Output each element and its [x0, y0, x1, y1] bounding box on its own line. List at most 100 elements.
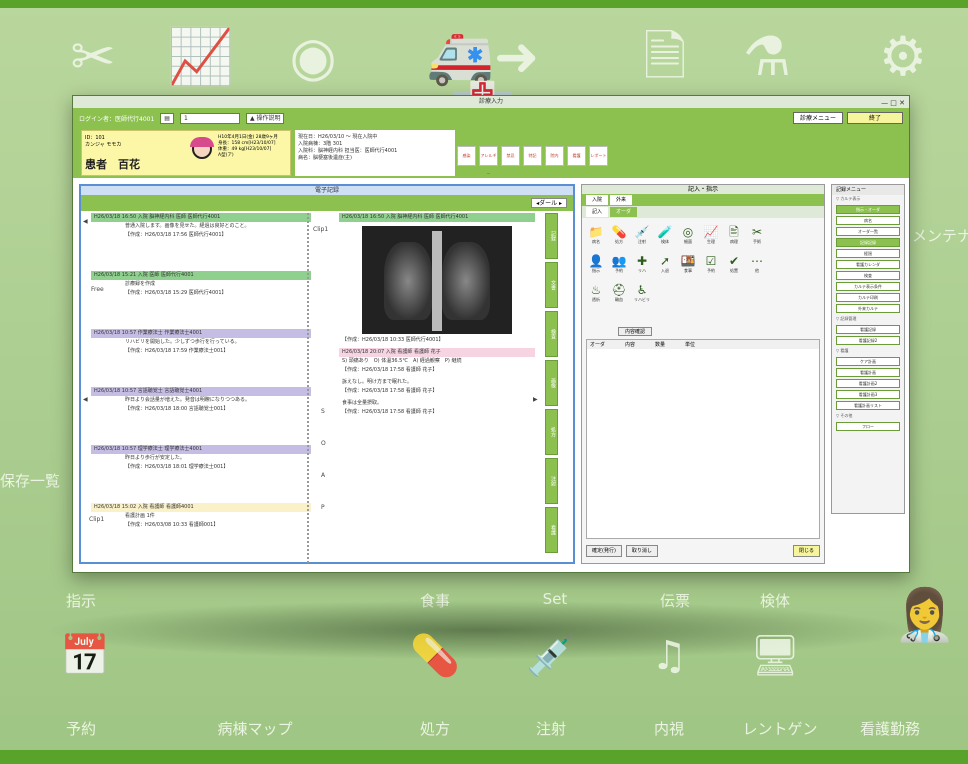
alert-button-3[interactable]: 特記	[523, 146, 542, 166]
record-entry[interactable]: H26/03/18 20:07 入院 看護師 看護師 花子 S) 頭痛あり O) …	[339, 348, 535, 375]
record-entry[interactable]: H26/03/18 16:50 入院 脳神経内科 医師 医師代行4001 普通入院…	[91, 213, 311, 268]
soap-label-o: O	[321, 440, 326, 447]
record-entry[interactable]: H26/03/18 10:57 言語聴覚士 言語聴覚士4001 昨日より会話量が増…	[91, 387, 311, 442]
bg-label-injection: 注射	[535, 720, 566, 738]
alert-button-0[interactable]: 感染	[457, 146, 476, 166]
menu-item[interactable]: オーダ一覧	[836, 227, 900, 236]
tab-inpatient[interactable]: 入院	[586, 195, 609, 205]
vertical-tab[interactable]: 処方	[545, 409, 558, 455]
order-icon-button[interactable]: ☑ 予約	[701, 254, 721, 280]
patient-card[interactable]: ID：101 カンジャ モモカ 患者 百花 H10年4月1日(金) 28歳9ヶ月…	[81, 130, 291, 176]
cancel-button[interactable]: 取り消し	[625, 545, 658, 557]
order-icon-label: 食事	[684, 268, 692, 273]
subtab-entry[interactable]: 記入	[586, 207, 609, 217]
scroll-left-icon[interactable]: ◀	[83, 396, 88, 403]
vertical-tab[interactable]: 画像	[545, 360, 558, 406]
menu-item[interactable]: ケア計画	[836, 357, 900, 366]
menu-item[interactable]: 経過	[836, 249, 900, 258]
order-icon-label: 生理	[707, 239, 715, 244]
menu-group-title: ▽ 看護	[836, 348, 849, 353]
record-entry[interactable]: 食事は全量摂取。 【作成：H26/03/18 17:58 看護師 花子】	[339, 399, 535, 417]
filter-button[interactable]: ◂ダール ▸	[531, 198, 567, 208]
xray-icon: 🖥	[749, 633, 801, 679]
record-entry[interactable]: H26/03/18 15:21 入院 医師 医師代行4001 診療録を作成 【作成：…	[91, 271, 311, 326]
menu-item[interactable]: カルテ印刷	[836, 293, 900, 302]
order-icon-button[interactable]: 🍱 食事	[678, 254, 698, 280]
menu-item[interactable]: 記録記録	[836, 238, 900, 247]
scroll-up-left-icon[interactable]: ◀	[83, 218, 88, 225]
record-entry[interactable]: 訴えなし。明け方まで眠れた。 【作成：H26/03/18 17:58 看護師 花子…	[339, 378, 535, 396]
notes-icon[interactable]: ▤	[160, 112, 174, 124]
menu-item[interactable]: 看護記録	[836, 325, 900, 334]
order-icon-button[interactable]: ♿ リハビリ	[632, 283, 652, 309]
chest-xray-image[interactable]	[362, 226, 512, 334]
menu-item[interactable]: カルテ表示条件	[836, 282, 900, 291]
menu-item[interactable]: 指示・オーダ	[836, 205, 900, 214]
order-icon-button[interactable]: 💊 処方	[609, 225, 629, 251]
order-icon-button[interactable]: 🖹 病理	[724, 225, 744, 251]
confirm-button[interactable]: 確定(発行)	[586, 545, 622, 557]
vertical-tab[interactable]: 検査	[545, 311, 558, 357]
order-icon-button[interactable]: 📁 病名	[586, 225, 606, 251]
vertical-tab[interactable]: 注射	[545, 458, 558, 504]
order-icon-button[interactable]: ◎ 細菌	[678, 225, 698, 251]
order-icon: 🧪	[657, 225, 673, 239]
order-icon-label: リハビリ	[634, 297, 650, 302]
order-icon: ✚	[636, 254, 648, 268]
order-icon-button[interactable]: ✚ リハ	[632, 254, 652, 280]
toolbar-field[interactable]: 1	[179, 112, 240, 124]
chart-icon: 📈	[167, 25, 235, 88]
order-icon-button[interactable]: 🧪 検体	[655, 225, 675, 251]
alert-button-6[interactable]: レポート	[589, 146, 608, 166]
order-icon-button[interactable]: 👤 指示	[586, 254, 606, 280]
order-icon-button[interactable]: ✔ 処置	[724, 254, 744, 280]
clip-label-right: Clip1	[313, 226, 329, 233]
menu-item[interactable]: 看護カレンダ	[836, 260, 900, 269]
xray-entry[interactable]: H26/03/18 16:50 入院 脳神経内科 医師 医師代行4001 【作成…	[339, 213, 535, 345]
top-bar: ログイン者：医師代行4001 ▤ 1 ▲ 操作説明 診療メニュー 終了 ID：1…	[73, 108, 909, 178]
order-icon-button[interactable]: ➚ 入退	[655, 254, 675, 280]
alert-button-1[interactable]: アレルギー	[479, 146, 498, 176]
entry-footer: 【作成：H26/03/18 17:58 看護師 花子】	[342, 388, 438, 394]
alert-button-5[interactable]: 看護	[567, 146, 586, 166]
manual-button[interactable]: ▲ 操作説明	[245, 112, 285, 124]
order-icon-button[interactable]: ⛑ 輸血	[609, 283, 629, 309]
order-icon-button[interactable]: 📈 生理	[701, 225, 721, 251]
menu-item[interactable]: 看護計画	[836, 368, 900, 377]
order-icon: 👥	[611, 254, 627, 268]
menu-item[interactable]: フロー	[836, 422, 900, 431]
menu-item[interactable]: 検査	[836, 271, 900, 280]
content-check-button[interactable]: 内容確認	[618, 327, 653, 336]
entry-footer: 【作成：H26/03/18 18:01 理学療法士001】	[125, 464, 229, 470]
order-icon-button[interactable]: ⋯ 他	[747, 254, 767, 280]
record-entry[interactable]: H26/03/18 10:57 理学療法士 理学療法士4001 昨日より歩行が安定…	[91, 445, 311, 500]
vertical-tab[interactable]: 文書	[545, 262, 558, 308]
record-entry[interactable]: H26/03/18 15:02 入院 看護師 看護師4001 看護計画 1件 【作成…	[91, 503, 311, 558]
clip-label-left: Clip1	[89, 516, 105, 523]
close-button[interactable]: 閉じる	[792, 545, 820, 557]
free-label: Free	[91, 286, 104, 293]
order-icon-button[interactable]: 💉 注射	[632, 225, 652, 251]
vertical-tab[interactable]: 看護	[545, 507, 558, 553]
scroll-right-icon[interactable]: ▶	[533, 396, 538, 403]
vertical-tab[interactable]: 記録	[545, 213, 558, 259]
order-icon-grid: 📁 病名 💊 処方 💉 注射 🧪 検体 ◎ 細菌 📈 生理 🖹 病理 ✂ 手術 👤 指示 👥 予約 ✚ リハ ➚ 入退 🍱 食事 ☑…	[586, 225, 786, 309]
record-entry[interactable]: H26/03/18 10:57 作業療法士 作業療法士4001 リハビリを開始した…	[91, 329, 311, 384]
menu-item[interactable]: 看護計画3	[836, 390, 900, 399]
menu-item[interactable]: 病名	[836, 216, 900, 225]
admission-line-1: 現在日：H26/03/10 ～ 現在入院中	[298, 134, 378, 140]
exit-button[interactable]: 終了	[847, 112, 903, 124]
menu-item[interactable]: 看護計画リスト	[836, 401, 900, 410]
order-icon: 👤	[588, 254, 604, 268]
order-icon-button[interactable]: ✂ 手術	[747, 225, 767, 251]
order-icon-button[interactable]: 👥 予約	[609, 254, 629, 280]
menu-item[interactable]: 看護計画2	[836, 379, 900, 388]
menu-item[interactable]: 外来カルテ	[836, 304, 900, 313]
order-icon-button[interactable]: ♨ 透析	[586, 283, 606, 309]
subtab-order[interactable]: オーダ	[610, 207, 638, 217]
alert-button-2[interactable]: 禁忌	[501, 146, 520, 166]
tab-outpatient[interactable]: 外来	[610, 195, 633, 205]
clinical-menu-button[interactable]: 診療メニュー	[792, 112, 843, 124]
menu-item[interactable]: 看護記録2	[836, 336, 900, 345]
alert-button-4[interactable]: 院内	[545, 146, 564, 166]
